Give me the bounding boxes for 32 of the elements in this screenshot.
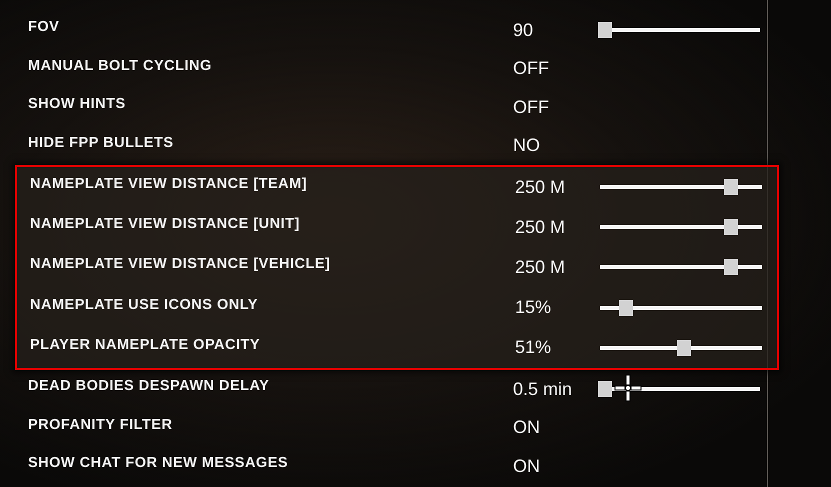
- toggle-value[interactable]: OFF: [513, 96, 598, 118]
- setting-label: PROFANITY FILTER: [28, 416, 174, 433]
- crosshair-cursor-icon: [614, 374, 642, 402]
- setting-label: PLAYER NAMEPLATE OPACITY: [30, 336, 262, 353]
- setting-value: 250 M: [515, 176, 566, 198]
- slider-thumb[interactable]: [724, 219, 738, 236]
- slider-thumb[interactable]: [724, 259, 738, 276]
- setting-value: 0.5 min: [513, 378, 574, 400]
- toggle-value[interactable]: NO: [513, 135, 598, 156]
- toggle-value[interactable]: OFF: [513, 58, 598, 80]
- slider-thumb[interactable]: [598, 22, 612, 38]
- setting-label: DEAD BODIES DESPAWN DELAY: [28, 378, 270, 394]
- setting-label: MANUAL BOLT CYCLING: [28, 58, 213, 74]
- toggle-value[interactable]: ON: [513, 417, 598, 438]
- slider-thumb[interactable]: [619, 300, 634, 316]
- slider-thumb[interactable]: [598, 381, 612, 398]
- setting-label: SHOW HINTS: [28, 96, 127, 112]
- setting-value: 15%: [515, 297, 552, 318]
- setting-value: 90: [513, 20, 534, 41]
- setting-label: NAMEPLATE VIEW DISTANCE [TEAM]: [30, 176, 308, 192]
- setting-label: NAMEPLATE VIEW DISTANCE [VEHICLE]: [30, 256, 332, 272]
- setting-value: 250 M: [515, 256, 566, 278]
- setting-label: HIDE FPP BULLETS: [28, 134, 174, 151]
- toggle-value[interactable]: ON: [513, 456, 598, 477]
- setting-label: NAMEPLATE VIEW DISTANCE [UNIT]: [30, 216, 301, 232]
- setting-label: SHOW CHAT FOR NEW MESSAGES: [28, 455, 290, 472]
- setting-value: 250 M: [515, 216, 566, 238]
- setting-label: FOV: [28, 19, 60, 36]
- setting-value: 51%: [515, 337, 552, 358]
- setting-label: NAMEPLATE USE ICONS ONLY: [30, 296, 259, 313]
- slider-thumb[interactable]: [676, 340, 691, 356]
- slider-thumb[interactable]: [724, 179, 738, 196]
